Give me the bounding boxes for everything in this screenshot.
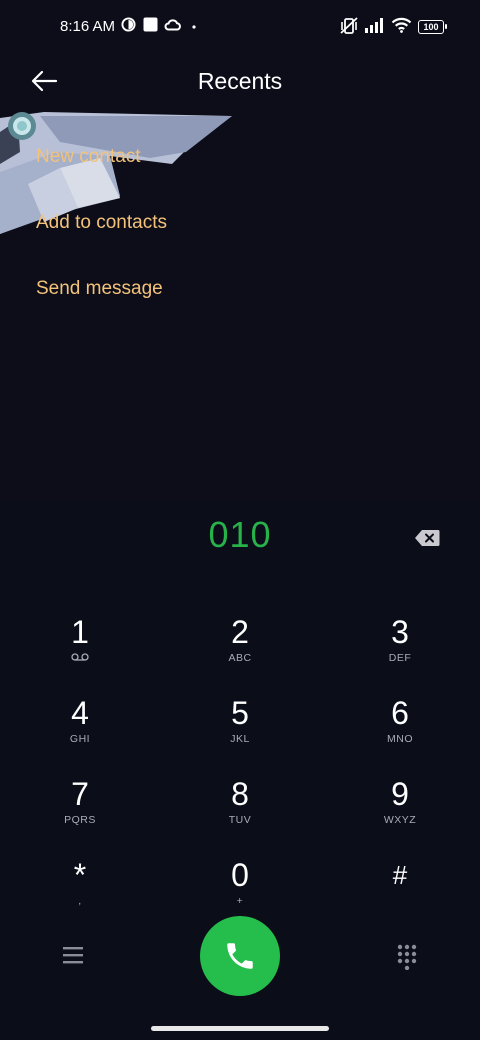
add-to-contacts-action[interactable]: Add to contacts: [36, 212, 167, 234]
key-digit: 2: [231, 614, 249, 650]
key-letters: TUV: [228, 814, 252, 826]
key-letters: PQRS: [64, 814, 96, 826]
key-9[interactable]: 9 WXYZ: [320, 770, 480, 850]
wifi-icon: [391, 17, 412, 33]
key-3[interactable]: 3 DEF: [320, 608, 480, 688]
phone-icon: [227, 943, 253, 969]
key-letters: JKL: [230, 733, 250, 745]
app-header: Recents: [0, 56, 480, 106]
send-message-action[interactable]: Send message: [36, 278, 163, 300]
key-digit: 5: [231, 695, 249, 731]
key-letters: GHI: [69, 733, 91, 745]
call-button[interactable]: [200, 916, 280, 996]
dot-icon: [192, 25, 196, 29]
page-title: Recents: [197, 68, 283, 94]
notification-square-icon: [143, 17, 158, 32]
backspace-icon[interactable]: [414, 529, 440, 547]
key-8[interactable]: 8 TUV: [160, 770, 320, 850]
key-6[interactable]: 6 MNO: [320, 689, 480, 769]
key-hash[interactable]: #: [320, 851, 480, 931]
key-letters: DEF: [388, 652, 412, 664]
data-saver-icon: [121, 17, 136, 32]
key-digit: 1: [71, 614, 89, 650]
dialer-keypad: 010 1 2 ABC 3 DEF 4 GHI 5 JKL 6 MNO 7 PQ…: [0, 500, 480, 1040]
battery-indicator: 100: [418, 20, 447, 34]
key-letters: ABC: [228, 652, 252, 664]
key-letters: MNO: [387, 733, 413, 745]
voicemail-icon: [71, 653, 89, 661]
key-digit: 9: [391, 776, 409, 812]
vibrate-off-icon: [340, 17, 358, 34]
key-star[interactable]: * ,: [0, 851, 160, 931]
cloud-icon: [164, 19, 181, 31]
key-letters: WXYZ: [383, 814, 417, 826]
key-letters: +: [236, 895, 244, 907]
key-digit: 8: [231, 776, 249, 812]
key-2[interactable]: 2 ABC: [160, 608, 320, 688]
key-7[interactable]: 7 PQRS: [0, 770, 160, 850]
key-1[interactable]: 1: [0, 608, 160, 688]
dialed-number: 010: [208, 514, 272, 555]
key-digit: *: [73, 857, 87, 893]
dialpad-icon[interactable]: [397, 944, 417, 970]
key-digit: 4: [71, 695, 89, 731]
key-digit: 6: [391, 695, 409, 731]
new-contact-action[interactable]: New contact: [36, 146, 141, 168]
status-time: 8:16 AM: [60, 18, 116, 35]
key-digit: #: [392, 860, 408, 890]
home-indicator[interactable]: [151, 1026, 329, 1031]
key-digit: 7: [71, 776, 89, 812]
battery-level: 100: [423, 22, 439, 32]
key-digit: 3: [391, 614, 409, 650]
menu-icon[interactable]: [62, 946, 84, 964]
signal-icon: [365, 18, 383, 33]
key-4[interactable]: 4 GHI: [0, 689, 160, 769]
key-letters: ,: [78, 895, 82, 907]
key-digit: 0: [231, 857, 249, 893]
key-5[interactable]: 5 JKL: [160, 689, 320, 769]
status-bar: 8:16 AM 100: [0, 0, 480, 56]
